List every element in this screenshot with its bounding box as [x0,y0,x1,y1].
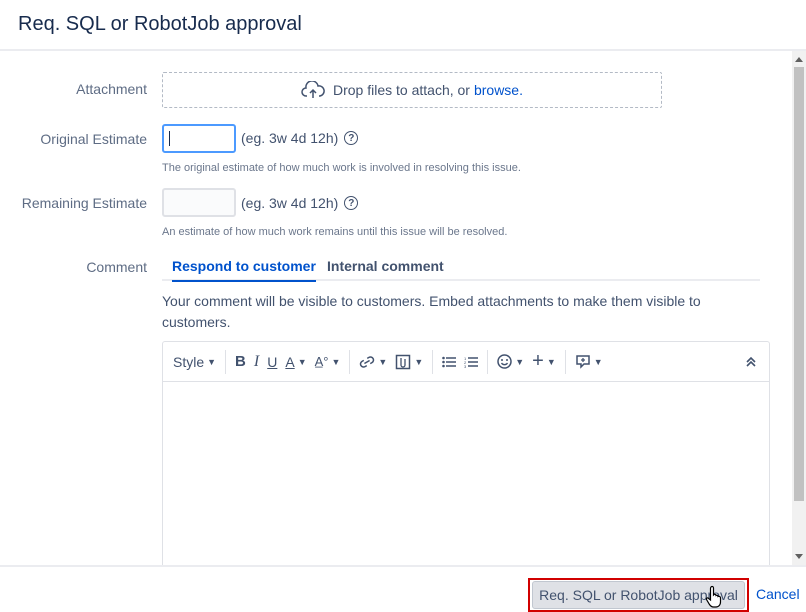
style-dropdown-label: Style [173,353,205,370]
original-estimate-example: (eg. 3w 4d 12h) ? [241,130,359,146]
scroll-up-arrow-icon[interactable] [795,57,803,62]
help-icon[interactable]: ? [344,196,359,210]
original-estimate-description: The original estimate of how much work i… [162,162,521,174]
macro-icon[interactable]: ▼ [571,347,607,377]
link-icon[interactable]: ▼ [355,347,391,377]
bullet-list-icon[interactable] [438,347,460,377]
chevron-down-icon: ▼ [207,356,217,367]
svg-text:3: 3 [464,364,467,368]
chevron-down-icon: ▼ [414,356,424,367]
browse-link[interactable]: browse. [474,82,523,98]
attachment-icon[interactable]: ▼ [391,347,427,377]
dialog-header: Req. SQL or RobotJob approval [0,0,806,51]
original-estimate-label: Original Estimate [40,131,147,147]
text-color-icon[interactable]: A ▼ [281,347,310,377]
content-scrollbar[interactable] [792,51,806,565]
dropzone-text: Drop files to attach, or [333,82,470,98]
original-estimate-input[interactable] [162,124,236,153]
chevron-down-icon: ▼ [546,356,556,367]
italic-icon[interactable]: I [250,347,263,377]
comment-label: Comment [86,259,147,275]
chevron-down-icon: ▼ [515,356,525,367]
numbered-list-icon[interactable]: 123 [460,347,482,377]
underline-icon[interactable]: U [263,347,281,377]
comment-visibility-note: Your comment will be visible to customer… [162,293,701,330]
emoji-icon[interactable]: ▼ [493,347,528,377]
chevron-down-icon: ▼ [297,356,307,367]
toolbar-divider [225,349,227,374]
hand-pointer-cursor-icon [705,585,722,608]
chevron-down-icon: ▼ [593,356,603,367]
scrollbar-thumb[interactable] [794,67,804,501]
dialog-title: Req. SQL or RobotJob approval [18,13,302,35]
text-format-icon[interactable]: A̲° ▼ [311,347,345,377]
comment-tabs: Respond to customer Internal comment [162,254,760,282]
collapse-icon[interactable] [741,347,761,377]
remaining-estimate-input[interactable] [162,188,236,217]
help-icon[interactable]: ? [344,131,359,145]
editor-toolbar: Style ▼ B I U A ▼ A̲° ▼ ▼ ▼ 123 ▼ + ▼ ▼ [163,342,769,382]
comment-editor: Style ▼ B I U A ▼ A̲° ▼ ▼ ▼ 123 ▼ + ▼ ▼ [162,341,770,565]
tab-internal-comment[interactable]: Internal comment [327,258,444,280]
remaining-estimate-example: (eg. 3w 4d 12h) ? [241,195,359,211]
attachment-dropzone[interactable]: Drop files to attach, or browse. [162,72,662,108]
remaining-estimate-description: An estimate of how much work remains unt… [162,226,508,238]
cancel-link[interactable]: Cancel [756,586,800,602]
text-caret [169,131,170,146]
remaining-estimate-label: Remaining Estimate [21,195,147,211]
toolbar-divider [487,349,489,374]
toolbar-divider [349,349,351,374]
tab-respond-to-customer[interactable]: Respond to customer [172,258,316,282]
toolbar-divider [432,349,434,374]
chevron-down-icon: ▼ [331,356,341,367]
original-estimate-example-text: (eg. 3w 4d 12h) [241,130,339,146]
dialog-footer: Req. SQL or RobotJob approval Cancel [0,565,806,612]
comment-text-area[interactable] [163,383,769,565]
chevron-down-icon: ▼ [378,356,388,367]
insert-icon[interactable]: + ▼ [528,347,560,377]
cloud-upload-icon [301,81,325,99]
remaining-estimate-example-text: (eg. 3w 4d 12h) [241,195,339,211]
scroll-down-arrow-icon[interactable] [795,554,803,559]
toolbar-divider [564,349,566,374]
style-dropdown[interactable]: Style ▼ [169,347,220,377]
attachment-label: Attachment [76,81,147,97]
dialog-content: Attachment Drop files to attach, or brow… [0,51,792,565]
bold-icon[interactable]: B [231,347,250,377]
